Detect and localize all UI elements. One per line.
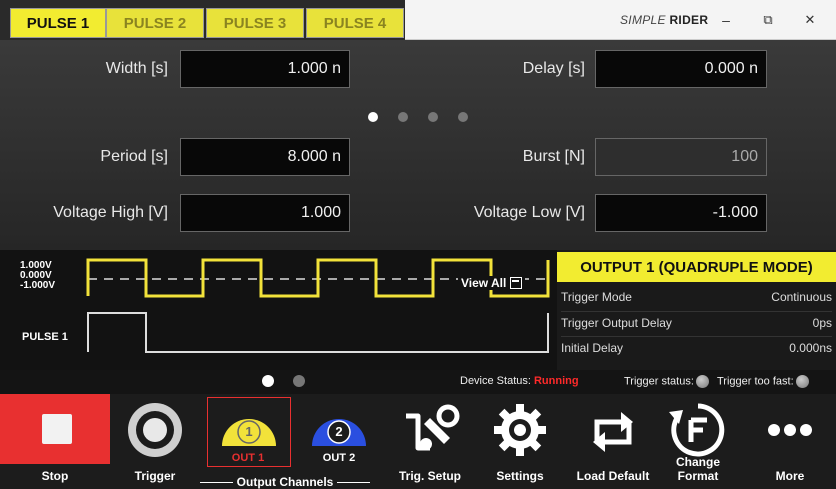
restore-button[interactable]: ⧉ — [750, 6, 786, 34]
device-status: Device Status: Running — [460, 375, 579, 387]
info-key: Trigger Mode — [561, 290, 632, 304]
trig-setup-label: Trig. Setup — [398, 469, 461, 483]
trigger-label: Trigger — [134, 469, 176, 483]
gear-icon — [494, 404, 546, 456]
format-icon — [669, 403, 725, 457]
trigger-too-fast-label: Trigger too fast: — [717, 375, 794, 388]
trigger-status-label: Trigger status: — [624, 375, 694, 388]
voltage-low-input[interactable]: -1.000 — [595, 194, 767, 232]
burst-input: 100 — [595, 138, 767, 176]
out-1-number: 1 — [245, 424, 253, 439]
info-key: Trigger Output Delay — [561, 316, 672, 330]
parameter-panel: Width [s] 1.000 n Delay [s] 0.000 n Peri… — [0, 40, 836, 250]
out-1-label: OUT 1 — [231, 452, 265, 464]
change-format-label: Change Format — [675, 455, 720, 483]
waveform-preview: 1.000V 0.000V -1.000V PULSE 1 View All — [0, 250, 557, 370]
info-key: Initial Delay — [561, 341, 624, 355]
voltage-high-label: Voltage High [V] — [53, 204, 168, 221]
minimize-button[interactable]: – — [708, 6, 744, 34]
device-status-label: Device Status: — [460, 375, 531, 387]
brand-prefix: SIMPLE — [620, 13, 666, 27]
settings-label: Settings — [496, 469, 544, 483]
delay-input[interactable]: 0.000 n — [595, 50, 767, 88]
close-button[interactable]: ✕ — [792, 6, 828, 34]
info-value: 0.000ns — [789, 341, 832, 355]
tab-pulse-4[interactable]: PULSE 4 — [306, 8, 404, 38]
tab-pulse-1[interactable]: PULSE 1 — [10, 8, 106, 38]
width-input[interactable]: 1.000 n — [180, 50, 350, 88]
title-area: SIMPLE RIDER – ⧉ ✕ — [405, 0, 836, 40]
output-channels-group-label: Output Channels — [200, 475, 371, 489]
more-label: More — [775, 469, 805, 483]
burst-label: Burst [N] — [522, 148, 585, 165]
delay-label: Delay [s] — [522, 60, 585, 77]
output-info-panel: OUTPUT 1 (QUADRUPLE MODE) Trigger Mode C… — [557, 250, 836, 370]
trig-setup-button[interactable]: Trig. Setup — [390, 394, 470, 489]
wave-page-dot-2[interactable] — [293, 375, 305, 387]
expand-icon — [510, 277, 523, 289]
app-window: PULSE 1 PULSE 2 PULSE 3 PULSE 4 SIMPLE R… — [0, 0, 836, 489]
stop-button[interactable]: Stop — [0, 394, 110, 489]
stop-icon — [0, 394, 110, 464]
brand-logo: SIMPLE RIDER — [620, 13, 708, 27]
param-page-dot-2[interactable] — [398, 112, 408, 122]
param-page-dot-4[interactable] — [458, 112, 468, 122]
trigger-status: Trigger status: — [624, 375, 709, 388]
refresh-icon — [593, 412, 633, 452]
period-label: Period [s] — [100, 148, 168, 165]
info-row-initial-delay: Initial Delay 0.000ns — [561, 336, 832, 358]
brand-name: RIDER — [669, 13, 709, 27]
view-all-label: View All — [461, 276, 507, 290]
output-channels-label: Output Channels — [236, 475, 334, 489]
trigger-button[interactable]: Trigger — [115, 394, 195, 489]
waveform-plot — [86, 258, 550, 353]
view-all-button[interactable]: View All — [458, 276, 526, 290]
width-label: Width [s] — [105, 60, 168, 77]
trigger-status-led-icon — [695, 375, 709, 388]
period-input[interactable]: 8.000 n — [180, 138, 350, 176]
status-bar: Device Status: Running Trigger status: T… — [0, 370, 836, 394]
tab-pulse-2[interactable]: PULSE 2 — [106, 8, 204, 38]
out-2-number: 2 — [335, 424, 343, 439]
trigger-too-fast-led-icon — [795, 375, 809, 388]
voltage-low-label: Voltage Low [V] — [473, 204, 585, 221]
trigger-icon — [128, 403, 182, 457]
param-page-dot-1[interactable] — [368, 112, 378, 122]
output-title: OUTPUT 1 (QUADRUPLE MODE) — [557, 252, 836, 282]
trig-setup-icon — [406, 404, 460, 451]
more-icon — [768, 424, 812, 436]
load-default-button[interactable]: Load Default — [567, 394, 659, 489]
settings-button[interactable]: Settings — [480, 394, 560, 489]
info-row-trigger-mode: Trigger Mode Continuous — [561, 286, 832, 308]
tab-bar: PULSE 1 PULSE 2 PULSE 3 PULSE 4 SIMPLE R… — [0, 0, 836, 40]
voltage-high-input[interactable]: 1.000 — [180, 194, 350, 232]
device-status-value: Running — [533, 375, 579, 387]
info-row-trigger-output-delay: Trigger Output Delay 0ps — [561, 311, 832, 333]
load-default-label: Load Default — [576, 469, 650, 483]
stop-label: Stop — [41, 469, 69, 483]
wave-page-dot-1[interactable] — [262, 375, 274, 387]
bottom-toolbar: Stop Trigger 1 OUT 1 2 OUT 2 Output Chan… — [0, 394, 836, 489]
info-value: Continuous — [771, 290, 832, 304]
change-format-button[interactable]: Change Format — [655, 394, 741, 489]
param-page-dot-3[interactable] — [428, 112, 438, 122]
out-2-label: OUT 2 — [322, 452, 356, 464]
trigger-too-fast: Trigger too fast: — [717, 375, 809, 388]
more-button[interactable]: More — [750, 394, 830, 489]
pulse-trace — [87, 312, 549, 353]
info-value: 0ps — [812, 316, 832, 330]
tab-pulse-3[interactable]: PULSE 3 — [206, 8, 304, 38]
